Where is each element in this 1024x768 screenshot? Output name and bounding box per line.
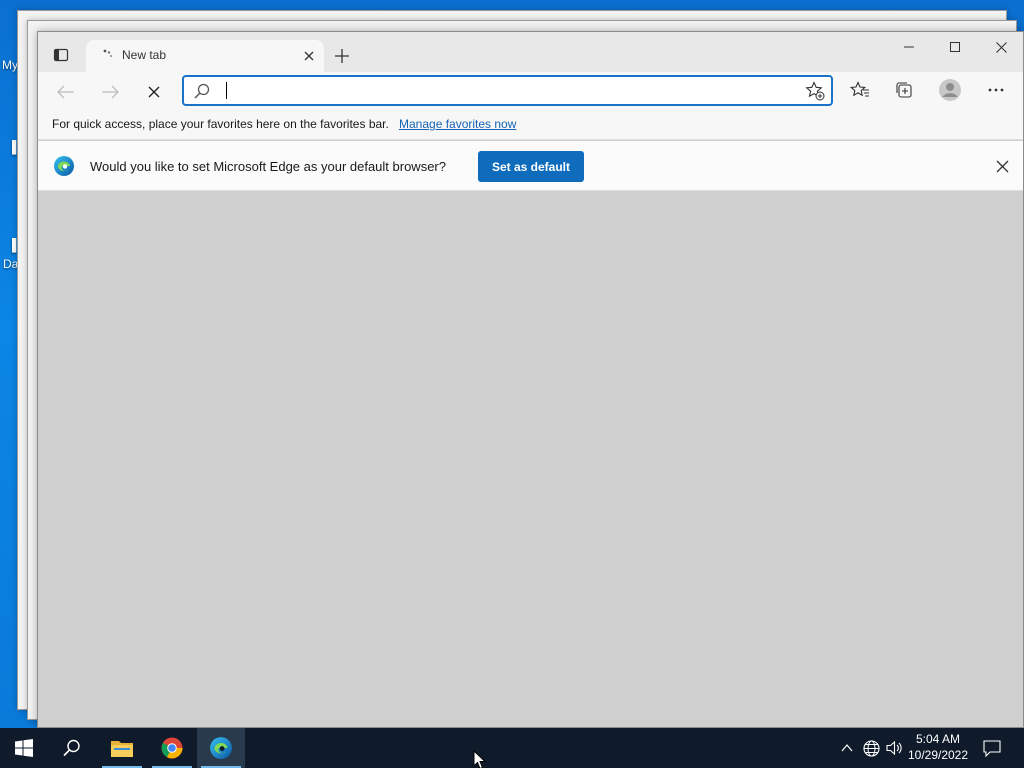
show-hidden-icons-button[interactable] xyxy=(837,738,857,758)
tab-new-tab[interactable]: New tab xyxy=(86,40,324,72)
avatar-icon xyxy=(939,79,961,101)
favorites-button[interactable] xyxy=(845,76,875,104)
network-icon xyxy=(862,739,880,757)
address-bar[interactable] xyxy=(182,75,833,106)
desktop-icon-label[interactable]: My xyxy=(2,58,18,72)
close-icon xyxy=(996,160,1008,172)
minimize-icon xyxy=(904,46,914,48)
favorites-bar: For quick access, place your favorites h… xyxy=(38,108,1023,140)
profile-button[interactable] xyxy=(935,76,965,104)
start-button[interactable] xyxy=(0,728,48,768)
arrow-right-icon xyxy=(102,85,119,99)
set-as-default-button[interactable]: Set as default xyxy=(478,151,584,182)
star-add-icon[interactable] xyxy=(805,81,825,101)
tab-title: New tab xyxy=(122,48,167,62)
close-window-button[interactable] xyxy=(978,32,1024,62)
close-icon xyxy=(995,41,1007,53)
stop-button[interactable] xyxy=(140,78,168,106)
tab-close-button[interactable] xyxy=(300,47,318,65)
settings-menu-button[interactable] xyxy=(981,76,1011,104)
folder-icon xyxy=(111,741,133,757)
collections-button[interactable] xyxy=(889,76,919,104)
taskbar-chrome[interactable] xyxy=(148,728,196,768)
manage-favorites-link[interactable]: Manage favorites now xyxy=(399,117,516,131)
edge-browser-window: New tab For quick access, place your fav… xyxy=(37,31,1024,728)
default-browser-infobar: Would you like to set Microsoft Edge as … xyxy=(38,141,1023,191)
edge-logo-icon xyxy=(54,156,74,176)
chrome-icon xyxy=(161,737,183,759)
search-icon xyxy=(63,739,80,757)
edge-icon xyxy=(210,737,232,759)
clock-time: 5:04 AM xyxy=(915,732,961,746)
arrow-left-icon xyxy=(57,85,74,99)
more-icon xyxy=(988,88,1004,92)
taskbar-search-button[interactable] xyxy=(48,728,96,768)
taskbar: 5:04 AM 10/29/2022 xyxy=(0,728,1024,768)
infobar-message: Would you like to set Microsoft Edge as … xyxy=(90,159,446,174)
action-center-icon xyxy=(983,739,1001,757)
infobar-close-button[interactable] xyxy=(993,157,1011,175)
new-tab-button[interactable] xyxy=(330,44,354,68)
chevron-up-icon xyxy=(841,744,853,752)
mouse-cursor-icon xyxy=(473,750,487,768)
collections-icon xyxy=(896,82,912,98)
plus-icon xyxy=(335,49,349,63)
network-button[interactable] xyxy=(861,738,881,758)
taskbar-file-explorer[interactable] xyxy=(98,728,146,768)
back-button[interactable] xyxy=(52,78,80,106)
title-bar: New tab xyxy=(38,32,1023,72)
tab-actions-button[interactable] xyxy=(50,44,72,66)
volume-icon xyxy=(885,740,902,756)
search-icon xyxy=(194,83,210,99)
favorites-bar-hint: For quick access, place your favorites h… xyxy=(52,117,389,131)
clock-date: 10/29/2022 xyxy=(907,748,969,762)
windows-icon xyxy=(15,739,33,757)
close-icon xyxy=(304,51,314,61)
clock[interactable]: 5:04 AM 10/29/2022 xyxy=(902,731,974,765)
address-input[interactable] xyxy=(224,79,794,103)
forward-button[interactable] xyxy=(96,78,124,106)
page-content-area[interactable] xyxy=(38,192,1023,727)
tab-actions-icon xyxy=(53,48,69,62)
navigation-toolbar xyxy=(38,72,1023,108)
loading-dots-icon xyxy=(103,49,113,58)
maximize-icon xyxy=(950,42,960,52)
close-icon xyxy=(148,86,160,98)
volume-button[interactable] xyxy=(884,738,904,758)
action-center-button[interactable] xyxy=(978,728,1006,768)
taskbar-edge[interactable] xyxy=(197,728,245,768)
maximize-button[interactable] xyxy=(932,32,978,62)
minimize-button[interactable] xyxy=(886,32,932,62)
favorites-icon xyxy=(850,81,869,97)
